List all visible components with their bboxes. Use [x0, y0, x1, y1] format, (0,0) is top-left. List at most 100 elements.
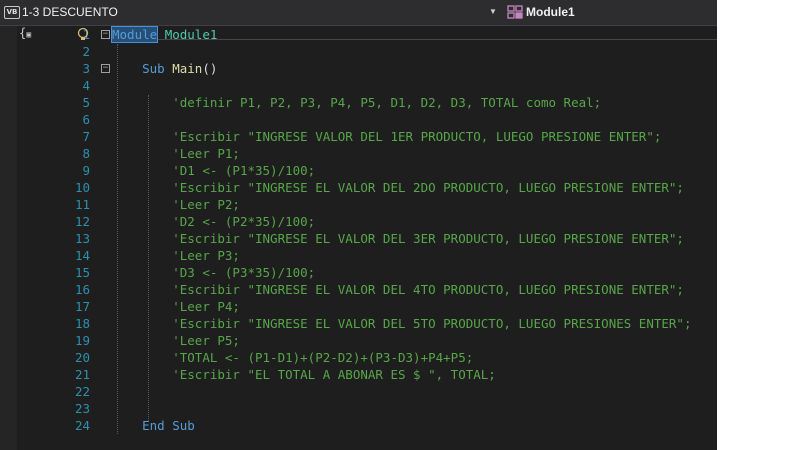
code-token: 'Escribir "INGRESE EL VALOR DEL 2DO PROD…: [172, 180, 684, 195]
line-number: 9: [82, 163, 90, 178]
code-token: 'Escribir "INGRESE EL VALOR DEL 3ER PROD…: [172, 231, 684, 246]
code-token: 'Escribir "INGRESE VALOR DEL 1ER PRODUCT…: [172, 129, 662, 144]
code-token: 'Leer P4;: [172, 299, 240, 314]
code-line[interactable]: 1 Module Module1: [17, 26, 717, 43]
code-line[interactable]: 22: [17, 383, 717, 400]
line-number: 7: [82, 129, 90, 144]
line-number: 13: [74, 231, 90, 246]
code-line[interactable]: 24 End Sub: [17, 417, 717, 434]
code-token: 'D1 <- (P1*35)/100;: [172, 163, 316, 178]
code-line[interactable]: 9 'D1 <- (P1*35)/100;: [17, 162, 717, 179]
line-number: 8: [82, 146, 90, 161]
code-token: Module: [110, 26, 159, 43]
code-text: 'definir P1, P2, P3, P4, P5, D1, D2, D3,…: [112, 94, 601, 111]
code-line[interactable]: 6: [17, 111, 717, 128]
code-text: Module Module1: [110, 26, 218, 43]
code-text: 'Leer P1;: [112, 145, 240, 162]
collapse-toggle-icon[interactable]: −: [101, 30, 110, 39]
code-token: 'Escribir "INGRESE EL VALOR DEL 4TO PROD…: [172, 282, 684, 297]
code-token: Main: [172, 61, 203, 76]
code-line[interactable]: 4: [17, 77, 717, 94]
indent-guide: [148, 95, 149, 421]
code-line[interactable]: 19 'Leer P5;: [17, 332, 717, 349]
code-line[interactable]: 21 'Escribir "EL TOTAL A ABONAR ES $ ", …: [17, 366, 717, 383]
code-token: 'Leer P5;: [172, 333, 240, 348]
code-text: 'Escribir "INGRESE EL VALOR DEL 4TO PROD…: [112, 281, 684, 298]
project-dropdown[interactable]: 1-3 DESCUENTO: [22, 5, 118, 19]
member-dropdown[interactable]: Module1: [526, 5, 575, 19]
navigation-bar: VB 1-3 DESCUENTO ▼ Module1: [0, 0, 717, 26]
code-line[interactable]: 20 'TOTAL <- (P1-D1)+(P2-D2)+(P3-D3)+P4+…: [17, 349, 717, 366]
lightbulb-icon[interactable]: [76, 27, 90, 42]
code-text: Sub Main(): [112, 60, 217, 77]
code-token: 'Escribir "EL TOTAL A ABONAR ES $ ", TOT…: [172, 367, 496, 382]
code-line[interactable]: 2: [17, 43, 717, 60]
code-line[interactable]: 14 'Leer P3;: [17, 247, 717, 264]
line-number: 10: [74, 180, 90, 195]
code-token: Sub: [172, 418, 195, 433]
chevron-down-icon[interactable]: ▼: [489, 7, 497, 16]
indent-guide: [117, 44, 118, 434]
code-text: 'Leer P2;: [112, 196, 240, 213]
code-text: 'D1 <- (P1*35)/100;: [112, 162, 315, 179]
code-text: 'Escribir "EL TOTAL A ABONAR ES $ ", TOT…: [112, 366, 496, 383]
code-text: 'Leer P5;: [112, 332, 240, 349]
vb-project-icon: VB: [4, 6, 20, 19]
line-number: 23: [74, 401, 90, 416]
code-token: (): [202, 61, 218, 76]
code-token: 'Leer P1;: [172, 146, 240, 161]
code-token: 'D2 <- (P2*35)/100;: [172, 214, 316, 229]
code-token: 'TOTAL <- (P1-D1)+(P2-D2)+(P3-D3)+P4+P5;: [172, 350, 474, 365]
code-token: Sub: [142, 61, 165, 76]
code-text: 'TOTAL <- (P1-D1)+(P2-D2)+(P3-D3)+P4+P5;: [112, 349, 473, 366]
code-line[interactable]: 17 'Leer P4;: [17, 298, 717, 315]
line-number: 18: [74, 316, 90, 331]
code-line[interactable]: 23: [17, 400, 717, 417]
code-line[interactable]: 12 'D2 <- (P2*35)/100;: [17, 213, 717, 230]
line-number: 6: [82, 112, 90, 127]
code-token: Module1: [164, 27, 218, 42]
module-icon: [507, 5, 523, 19]
line-number: 17: [74, 299, 90, 314]
code-text: 'D2 <- (P2*35)/100;: [112, 213, 315, 230]
line-number: 5: [82, 95, 90, 110]
line-number: 4: [82, 78, 90, 93]
editor-margin: [0, 26, 17, 450]
code-line[interactable]: 13 'Escribir "INGRESE EL VALOR DEL 3ER P…: [17, 230, 717, 247]
code-line[interactable]: 8 'Leer P1;: [17, 145, 717, 162]
code-text: 'Escribir "INGRESE EL VALOR DEL 3ER PROD…: [112, 230, 684, 247]
code-editor[interactable]: {▣ 1 Module Module1 2 3 Sub Main() 4 5 'defin…: [17, 26, 717, 450]
ide-window: VB 1-3 DESCUENTO ▼ Module1 {▣ 1 Module Mo…: [0, 0, 717, 450]
code-line[interactable]: 15 'D3 <- (P3*35)/100;: [17, 264, 717, 281]
code-token: 'Escribir "INGRESE EL VALOR DEL 5TO PROD…: [172, 316, 692, 331]
line-number: 2: [82, 44, 90, 59]
line-number: 24: [74, 418, 90, 433]
code-text: 'D3 <- (P3*35)/100;: [112, 264, 315, 281]
code-text: 'Leer P3;: [112, 247, 240, 264]
code-token: 'Leer P2;: [172, 197, 240, 212]
collapse-toggle-icon[interactable]: −: [101, 64, 110, 73]
line-number: 15: [74, 265, 90, 280]
code-line[interactable]: 18 'Escribir "INGRESE EL VALOR DEL 5TO P…: [17, 315, 717, 332]
code-text: 'Leer P4;: [112, 298, 240, 315]
line-number: 19: [74, 333, 90, 348]
code-line[interactable]: 3 Sub Main(): [17, 60, 717, 77]
code-line[interactable]: 11 'Leer P2;: [17, 196, 717, 213]
code-line[interactable]: 16 'Escribir "INGRESE EL VALOR DEL 4TO P…: [17, 281, 717, 298]
code-text: 'Escribir "INGRESE VALOR DEL 1ER PRODUCT…: [112, 128, 661, 145]
line-number: 22: [74, 384, 90, 399]
code-line[interactable]: 10 'Escribir "INGRESE EL VALOR DEL 2DO P…: [17, 179, 717, 196]
code-line[interactable]: 5 'definir P1, P2, P3, P4, P5, D1, D2, D…: [17, 94, 717, 111]
code-line[interactable]: 7 'Escribir "INGRESE VALOR DEL 1ER PRODU…: [17, 128, 717, 145]
